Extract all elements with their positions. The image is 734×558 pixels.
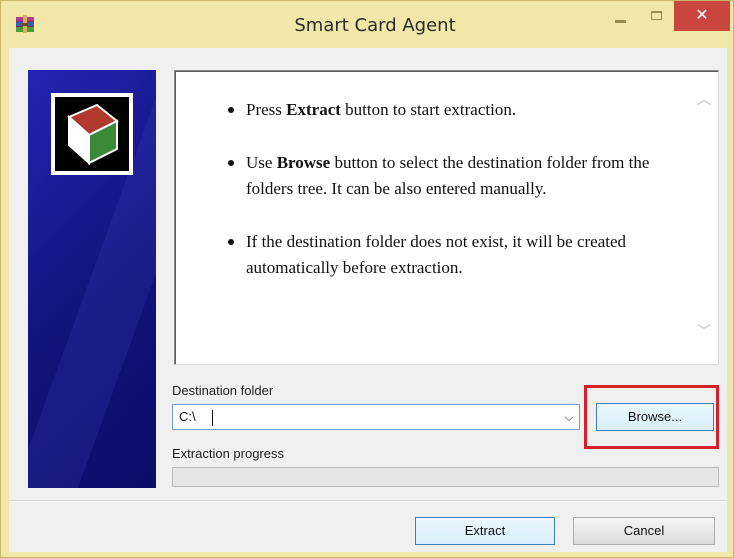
instructions-list: Press Extract button to start extraction… (219, 97, 659, 308)
close-button[interactable]: ✕ (674, 1, 730, 31)
book-icon (67, 103, 119, 166)
cancel-button[interactable]: Cancel (573, 517, 715, 545)
chevron-down-icon[interactable]: ⌵ (559, 405, 579, 429)
minimize-button[interactable] (607, 1, 634, 31)
smart-card-agent-window: Smart Card Agent ✕ Press Extract button … (0, 0, 734, 558)
browse-button[interactable]: Browse... (596, 403, 714, 431)
instruction-item: Use Browse button to select the destinat… (219, 150, 659, 202)
extraction-progress-bar (172, 467, 719, 487)
instruction-item: If the destination folder does not exist… (219, 229, 659, 281)
extraction-progress-label: Extraction progress (172, 446, 284, 461)
destination-folder-label: Destination folder (172, 383, 274, 398)
bullet-icon (228, 239, 234, 245)
minimize-icon (615, 20, 626, 23)
maximize-icon (651, 11, 662, 20)
bullet-icon (228, 160, 234, 166)
instructions-pane[interactable]: Press Extract button to start extraction… (174, 70, 719, 365)
sidebar-banner (28, 70, 156, 488)
close-icon: ✕ (695, 5, 709, 24)
extract-button[interactable]: Extract (415, 517, 555, 545)
bullet-icon (228, 107, 234, 113)
divider (9, 500, 727, 501)
maximize-button[interactable] (643, 1, 670, 31)
text-cursor (212, 410, 213, 426)
destination-folder-combobox[interactable]: C:\ ⌵ (172, 404, 580, 430)
title-bar[interactable]: Smart Card Agent ✕ (1, 1, 733, 47)
dialog-client-area: Press Extract button to start extraction… (9, 48, 727, 552)
chevron-down-icon[interactable]: ﹀ (697, 325, 711, 339)
instruction-item: Press Extract button to start extraction… (219, 97, 659, 123)
smart-card-logo (51, 93, 133, 175)
chevron-up-icon[interactable]: ︿ (697, 93, 711, 107)
destination-folder-value[interactable]: C:\ (179, 409, 196, 424)
